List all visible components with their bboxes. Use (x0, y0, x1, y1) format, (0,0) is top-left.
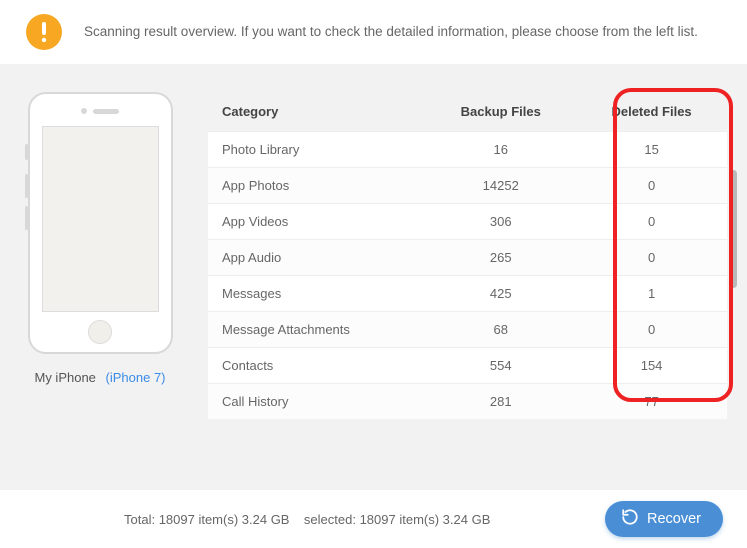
device-panel: My iPhone (iPhone 7) (20, 92, 180, 419)
device-screen (42, 126, 159, 312)
cell-deleted: 0 (576, 204, 727, 240)
results-table: Category Backup Files Deleted Files Phot… (208, 92, 727, 419)
cell-backup: 281 (425, 384, 576, 420)
cell-backup: 554 (425, 348, 576, 384)
table-row[interactable]: Photo Library 16 15 (208, 132, 727, 168)
table-row[interactable]: Message Attachments 68 0 (208, 312, 727, 348)
cell-category: Photo Library (208, 132, 425, 168)
speaker-icon (81, 108, 119, 114)
cell-category: Message Attachments (208, 312, 425, 348)
cell-category: App Audio (208, 240, 425, 276)
device-model: (iPhone 7) (106, 370, 166, 385)
info-banner: Scanning result overview. If you want to… (0, 0, 747, 64)
cell-deleted: 77 (576, 384, 727, 420)
cell-backup: 16 (425, 132, 576, 168)
cell-backup: 425 (425, 276, 576, 312)
cell-category: Messages (208, 276, 425, 312)
device-label: My iPhone (iPhone 7) (20, 370, 180, 385)
cell-deleted: 0 (576, 312, 727, 348)
col-category[interactable]: Category (208, 92, 425, 132)
table-row[interactable]: Messages 425 1 (208, 276, 727, 312)
cell-category: Contacts (208, 348, 425, 384)
cell-backup: 68 (425, 312, 576, 348)
cell-backup: 14252 (425, 168, 576, 204)
table-row[interactable]: Call History 281 77 (208, 384, 727, 420)
side-button-icon (25, 174, 28, 198)
cell-deleted: 1 (576, 276, 727, 312)
cell-category: Call History (208, 384, 425, 420)
cell-deleted: 0 (576, 168, 727, 204)
results-table-wrap: Category Backup Files Deleted Files Phot… (208, 92, 727, 419)
table-row[interactable]: App Videos 306 0 (208, 204, 727, 240)
cell-deleted: 15 (576, 132, 727, 168)
footer-bar: Total: 18097 item(s) 3.24 GB selected: 1… (0, 490, 747, 548)
cell-category: App Photos (208, 168, 425, 204)
side-button-icon (25, 206, 28, 230)
table-row[interactable]: App Audio 265 0 (208, 240, 727, 276)
cell-category: App Videos (208, 204, 425, 240)
status-text: Total: 18097 item(s) 3.24 GB selected: 1… (124, 512, 490, 527)
col-backup[interactable]: Backup Files (425, 92, 576, 132)
cell-deleted: 0 (576, 240, 727, 276)
device-mockup (28, 92, 173, 354)
home-button-icon (88, 320, 112, 344)
cell-backup: 265 (425, 240, 576, 276)
table-row[interactable]: App Photos 14252 0 (208, 168, 727, 204)
scrollbar-thumb[interactable] (730, 170, 737, 288)
recover-button[interactable]: Recover (605, 501, 723, 537)
side-button-icon (25, 144, 28, 160)
col-deleted[interactable]: Deleted Files (576, 92, 727, 132)
recover-label: Recover (647, 511, 701, 527)
device-name: My iPhone (34, 370, 95, 385)
banner-text: Scanning result overview. If you want to… (84, 22, 698, 42)
cell-backup: 306 (425, 204, 576, 240)
table-row[interactable]: Contacts 554 154 (208, 348, 727, 384)
recover-icon (621, 508, 639, 530)
cell-deleted: 154 (576, 348, 727, 384)
warning-icon (26, 14, 62, 50)
